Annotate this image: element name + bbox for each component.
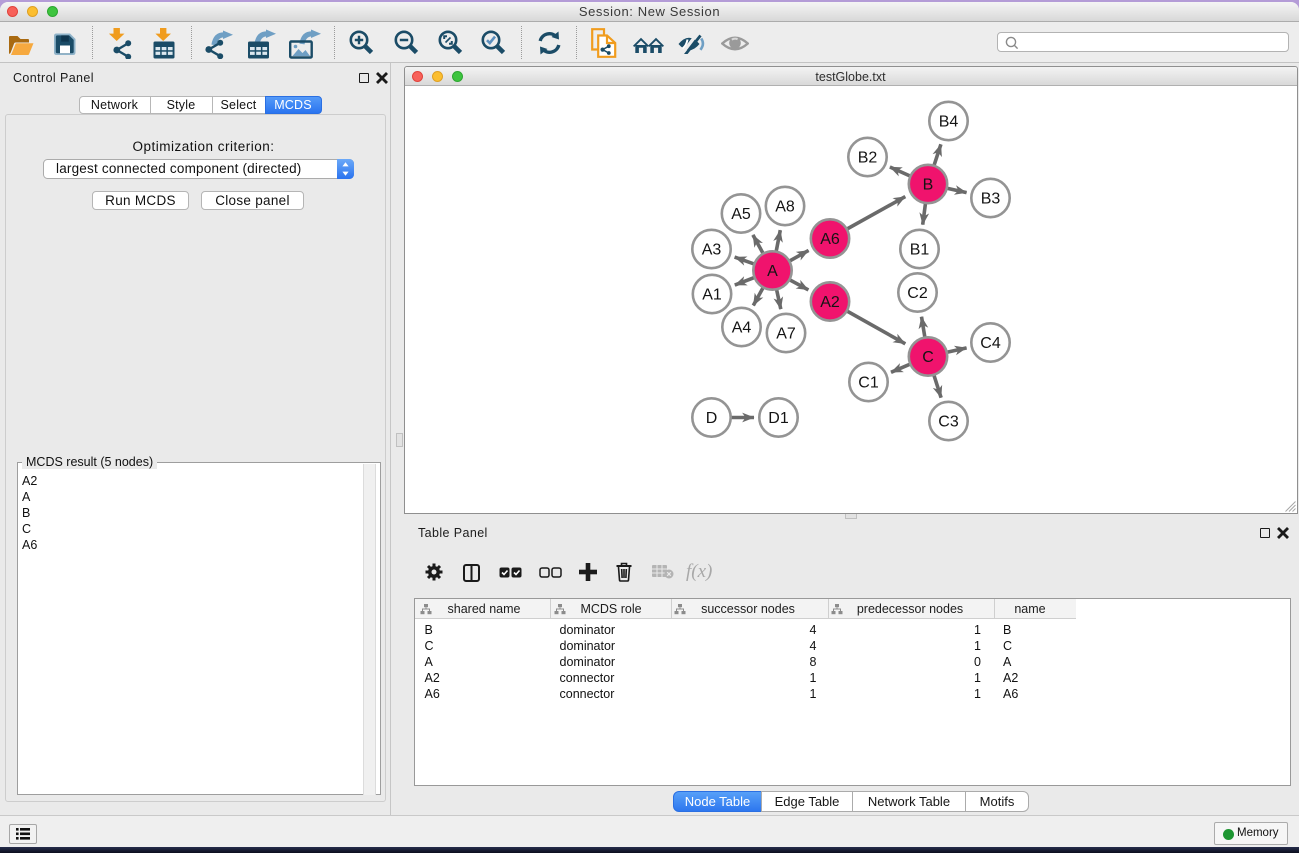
svg-text:A5: A5 — [731, 206, 751, 223]
svg-text:A7: A7 — [776, 325, 796, 342]
svg-text:B4: B4 — [938, 113, 958, 130]
svg-text:C1: C1 — [858, 374, 879, 391]
svg-text:C3: C3 — [938, 413, 959, 430]
svg-text:C4: C4 — [980, 335, 1001, 352]
svg-text:A: A — [767, 263, 778, 280]
svg-text:B2: B2 — [857, 149, 877, 166]
svg-text:B: B — [922, 176, 933, 193]
svg-text:A3: A3 — [701, 241, 721, 258]
svg-text:A6: A6 — [820, 231, 840, 248]
svg-text:D: D — [705, 410, 717, 427]
svg-text:C: C — [922, 349, 934, 366]
svg-text:B1: B1 — [909, 241, 929, 258]
svg-text:C2: C2 — [907, 285, 928, 302]
svg-text:D1: D1 — [768, 410, 789, 427]
svg-text:B3: B3 — [980, 190, 1000, 207]
svg-text:A1: A1 — [702, 286, 722, 303]
svg-text:A2: A2 — [820, 294, 840, 311]
svg-text:A8: A8 — [775, 198, 795, 215]
svg-text:A4: A4 — [731, 319, 751, 336]
